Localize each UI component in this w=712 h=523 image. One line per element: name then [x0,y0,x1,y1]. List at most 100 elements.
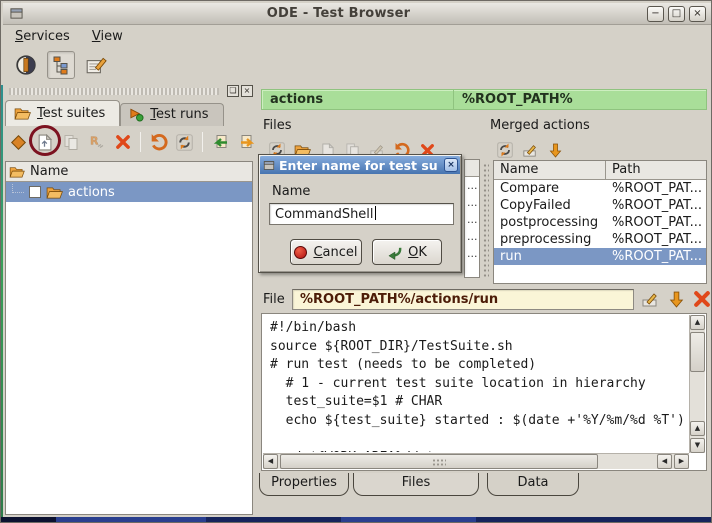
merged-actions-table: Name Path Compare %ROOT_PAT... CopyFaile… [493,160,707,284]
menu-services[interactable]: Services [5,27,80,46]
suite-tag-button[interactable] [7,131,30,154]
files-list-header [465,160,479,177]
merged-edit-button[interactable] [520,140,540,160]
file-path-field[interactable]: %ROOT_PATH%/actions/run [292,289,634,310]
dock-grip-handle[interactable] [9,88,219,95]
file-download-button[interactable] [665,288,687,310]
thumb-grip [432,458,446,465]
tab-properties[interactable]: Properties [259,473,349,496]
files-list-row[interactable]: ... [465,211,479,228]
file-delete-button[interactable] [691,288,712,310]
app-window: ODE - Test Browser − □ × Services View [0,0,712,523]
tree-branch-lines [12,184,24,193]
tab-files[interactable]: Files [353,473,479,496]
dock-close-button[interactable]: × [241,85,253,97]
table-row[interactable]: Compare %ROOT_PAT... [494,180,706,197]
dialog-close-button[interactable]: × [444,158,458,172]
merged-actions-toolbar [495,140,565,160]
column-header-path[interactable]: Path [606,161,706,179]
services-toolbar-button[interactable] [12,51,40,79]
suite-name-input[interactable]: CommandShell [269,203,454,225]
suite-checkbox[interactable] [29,186,41,198]
suite-toolbar: R [7,128,258,156]
folder-icon [46,186,63,199]
table-row-selected[interactable]: run %ROOT_PAT... [494,248,706,265]
cell-name: CopyFailed [494,197,606,214]
new-suite-button[interactable] [33,131,56,154]
tab-test-suites-label: Test suites [37,106,105,121]
copy-suite-button[interactable] [59,131,82,154]
script-text[interactable]: #!/bin/bash source ${ROOT_DIR}/TestSuite… [270,319,687,452]
cell-name: run [494,248,606,265]
refresh-button[interactable] [173,131,196,154]
rename-suite-button[interactable]: R [85,131,108,154]
window-title: ODE - Test Browser [30,6,647,21]
code-line: cd ${WORK_AREA}/data [270,449,687,453]
tab-test-runs[interactable]: Test runs [120,103,223,126]
arrow-down-icon [669,291,684,308]
scroll-left-button[interactable]: ◀ [263,454,278,469]
ok-button[interactable]: OK [372,239,442,265]
script-editor[interactable]: #!/bin/bash source ${ROOT_DIR}/TestSuite… [261,313,707,471]
delete-suite-button[interactable] [111,131,134,154]
text-caret [375,206,376,220]
tree-header[interactable]: Name [6,162,252,182]
cell-path: %ROOT_PAT... [606,180,706,197]
menu-bar: Services View [3,26,711,47]
dock-float-button[interactable]: ❏ [227,85,239,97]
hscroll-thumb[interactable] [280,454,598,469]
main-toolbar [3,47,711,83]
scroll-up-button[interactable]: ▲ [690,315,705,330]
cancel-stop-icon [294,246,307,259]
tab-data[interactable]: Data [487,473,579,496]
close-button[interactable]: × [689,6,706,22]
tab-test-suites[interactable]: Test suites [5,100,120,126]
minimize-button[interactable]: − [647,6,664,22]
table-row[interactable]: preprocessing %ROOT_PAT... [494,231,706,248]
maximize-button[interactable]: □ [668,6,685,22]
files-list-row[interactable]: ... [465,177,479,194]
table-row[interactable]: postprocessing %ROOT_PAT... [494,214,706,231]
scroll-left-button-2[interactable]: ◀ [657,454,672,469]
vertical-splitter[interactable] [483,163,489,279]
code-line: echo ${test_suite} started : $(date +'%Y… [270,412,687,431]
window-icon [9,7,24,20]
tree-view-toolbar-button[interactable] [47,51,75,79]
dialog-title-bar[interactable]: Enter name for test su × [260,156,460,174]
cancel-button[interactable]: Cancel [290,239,362,265]
undo-button[interactable] [147,131,170,154]
export-icon [238,134,256,151]
edit-run-toolbar-button[interactable] [82,51,110,79]
svg-text:R: R [90,134,99,147]
merged-download-button[interactable] [545,140,565,160]
table-row[interactable]: CopyFailed %ROOT_PAT... [494,197,706,214]
file-bar-label: File [263,292,285,307]
scroll-right-button[interactable]: ▶ [674,454,689,469]
scroll-up-button-2[interactable]: ▲ [690,421,705,436]
merged-refresh-button[interactable] [495,140,515,160]
files-list-row[interactable]: ... [465,194,479,211]
vscroll-thumb[interactable] [690,332,705,372]
import-suite-button[interactable] [209,131,232,154]
files-list-row[interactable]: ... [465,228,479,245]
toolbar-separator [140,132,141,152]
merged-table-header: Name Path [494,161,706,180]
files-list-row[interactable]: ... [465,245,479,262]
title-bar[interactable]: ODE - Test Browser − □ × [3,3,711,25]
banner-suite-path: %ROOT_PATH% [454,92,573,107]
scroll-down-button[interactable]: ▼ [690,438,705,453]
tree-row-label: actions [68,185,115,200]
cell-path: %ROOT_PAT... [606,231,706,248]
files-list-clipped[interactable]: ... ... ... ... ... [464,159,480,278]
export-suite-button[interactable] [235,131,258,154]
menu-view[interactable]: View [82,27,133,46]
import-icon [212,134,230,151]
edit-pencil-icon [522,143,538,157]
file-edit-button[interactable] [639,288,661,310]
horizontal-scrollbar[interactable]: ◀ ◀ ▶ [263,453,689,469]
merged-actions-label: Merged actions [490,118,590,135]
dock-tabs: Test suites Test runs [5,100,224,126]
column-header-name[interactable]: Name [494,161,606,179]
vertical-scrollbar[interactable]: ▲ ▲ ▼ [689,315,705,453]
tree-row-actions[interactable]: actions [6,182,252,202]
